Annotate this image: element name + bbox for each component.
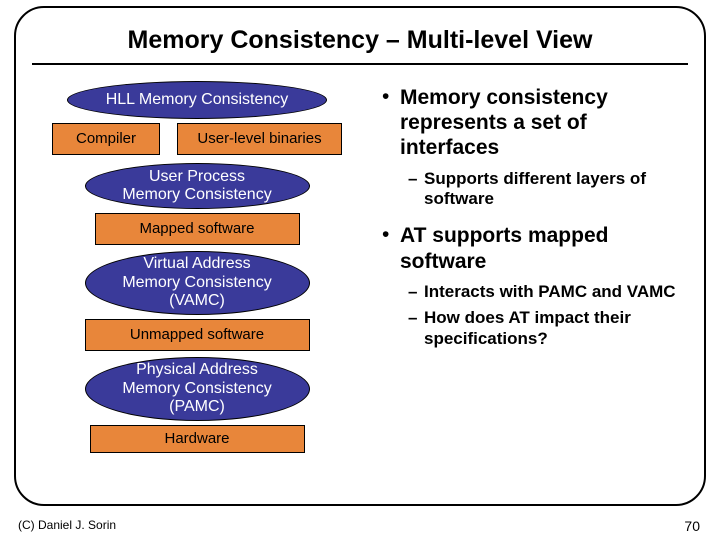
dash-icon: –: [408, 169, 424, 210]
node-mapped-sw: Mapped software: [95, 213, 300, 245]
dash-icon: –: [408, 282, 424, 302]
node-pamc: Physical Address Memory Consistency (PAM…: [85, 357, 310, 421]
bullet-2-text: AT supports mapped software: [400, 223, 688, 273]
node-hll: HLL Memory Consistency: [67, 81, 327, 119]
subbullet-2-text: Interacts with PAMC and VAMC: [424, 282, 676, 302]
diagram-column: HLL Memory Consistency Compiler User-lev…: [32, 81, 362, 453]
node-mapped-sw-label: Mapped software: [139, 220, 254, 237]
bullets-column: • Memory consistency represents a set of…: [382, 81, 688, 453]
node-user-process: User Process Memory Consistency: [85, 163, 310, 209]
subbullet-3-text: How does AT impact their specifications?: [424, 308, 688, 349]
node-user-binaries-label: User-level binaries: [197, 130, 321, 147]
slide-content: HLL Memory Consistency Compiler User-lev…: [32, 81, 688, 453]
node-hll-label: HLL Memory Consistency: [106, 91, 289, 109]
bullet-dot-icon: •: [382, 85, 400, 161]
page-number: 70: [684, 518, 700, 534]
node-compiler-label: Compiler: [76, 130, 136, 147]
copyright-text: (C) Daniel J. Sorin: [18, 518, 116, 532]
node-pamc-label: Physical Address Memory Consistency (PAM…: [122, 361, 271, 416]
node-vamc-label: Virtual Address Memory Consistency (VAMC…: [122, 255, 271, 310]
node-vamc: Virtual Address Memory Consistency (VAMC…: [85, 251, 310, 315]
node-hardware: Hardware: [90, 425, 305, 453]
bullet-1-text: Memory consistency represents a set of i…: [400, 85, 688, 161]
bullet-2: • AT supports mapped software: [382, 223, 688, 273]
bullet-dot-icon: •: [382, 223, 400, 273]
subbullet-1-text: Supports different layers of software: [424, 169, 688, 210]
slide-frame: Memory Consistency – Multi-level View HL…: [14, 6, 706, 506]
hll-children-row: Compiler User-level binaries: [52, 123, 342, 155]
subbullet-2: – Interacts with PAMC and VAMC: [408, 282, 688, 302]
node-unmapped-sw: Unmapped software: [85, 319, 310, 351]
bullet-1: • Memory consistency represents a set of…: [382, 85, 688, 161]
node-unmapped-sw-label: Unmapped software: [130, 326, 264, 343]
node-user-process-label: User Process Memory Consistency: [122, 168, 271, 205]
slide-title: Memory Consistency – Multi-level View: [32, 26, 688, 65]
subbullet-1: – Supports different layers of software: [408, 169, 688, 210]
node-hardware-label: Hardware: [164, 430, 229, 447]
node-user-binaries: User-level binaries: [177, 123, 342, 155]
dash-icon: –: [408, 308, 424, 349]
node-compiler: Compiler: [52, 123, 160, 155]
subbullet-3: – How does AT impact their specification…: [408, 308, 688, 349]
